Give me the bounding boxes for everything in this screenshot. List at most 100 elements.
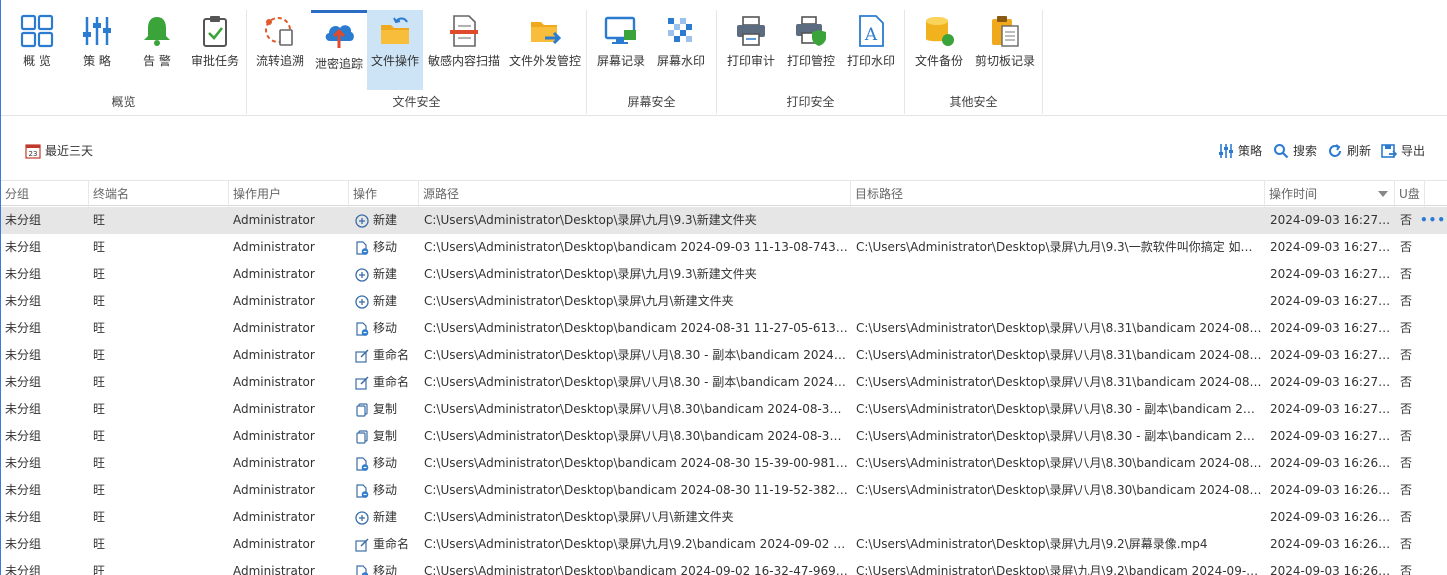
ribbon-group-screen-security: 屏幕记录 屏幕水印 屏幕安全	[587, 10, 717, 114]
table-row[interactable]: 未分组 旺 Administrator 新建 C:\Users\Administrato…	[1, 504, 1447, 531]
cell-usb: 否	[1400, 483, 1413, 497]
column-header-group[interactable]: 分组	[1, 181, 89, 207]
table-row[interactable]: 未分组 旺 Administrator 复制 C:\Users\Administrato…	[1, 396, 1447, 423]
table-row[interactable]: 未分组 旺 Administrator 新建 C:\Users\Administrato…	[1, 261, 1447, 288]
group-label-file-security: 文件安全	[392, 95, 441, 109]
refresh-button[interactable]: 刷新	[1327, 142, 1371, 159]
leak-trace-label: 泄密追踪	[314, 57, 363, 71]
cell-time: 2024-09-03 16:27:05	[1270, 348, 1394, 362]
table-row[interactable]: 未分组 旺 Administrator 移动 C:\Users\Administrato…	[1, 450, 1447, 477]
cell-terminal: 旺	[93, 213, 106, 227]
ribbon-group-print-security: 打印审计 打印管控 A 打印水印 打印安全	[717, 10, 905, 114]
file-backup-label: 文件备份	[914, 54, 963, 68]
table-row[interactable]: 未分组 旺 Administrator 移动 C:\Users\Administrato…	[1, 477, 1447, 504]
print-audit-button[interactable]: 打印审计	[723, 10, 779, 90]
row-more-button[interactable]: •••	[1420, 207, 1446, 234]
cell-user: Administrator	[233, 348, 315, 362]
cell-operation: 移动	[351, 315, 419, 342]
search-button[interactable]: 搜索	[1273, 142, 1317, 159]
cell-user: Administrator	[233, 402, 315, 416]
clipboard-record-icon	[992, 16, 1019, 47]
cell-source-path: C:\Users\Administrator\Desktop\录屏\九月\新建文…	[424, 294, 734, 308]
table-row[interactable]: 未分组 旺 Administrator 新建 C:\Users\Administrato…	[1, 288, 1447, 315]
table-row[interactable]: 未分组 旺 Administrator 重命名 C:\Users\Administrat…	[1, 342, 1447, 369]
cell-target-path: C:\Users\Administrator\Desktop\录屏\九月\9.2…	[856, 537, 1208, 551]
cell-terminal: 旺	[93, 321, 106, 335]
group-label-other-security: 其他安全	[949, 95, 998, 109]
column-header-time[interactable]: 操作时间	[1265, 181, 1395, 207]
printer-icon	[737, 16, 765, 46]
export-button[interactable]: 导出	[1381, 142, 1425, 159]
export-label: 导出	[1401, 144, 1426, 158]
strategy-icon	[83, 17, 111, 45]
screen-record-icon	[604, 16, 636, 44]
overview-button[interactable]: 概 览	[9, 10, 65, 90]
strategy-tool-button[interactable]: 策略	[1218, 142, 1262, 159]
cell-source-path: C:\Users\Administrator\Desktop\录屏\八月\8.3…	[424, 402, 848, 416]
table-row[interactable]: 未分组 旺 Administrator 新建 C:\Users\Administrato…	[1, 207, 1447, 234]
flow-trace-button[interactable]: 流转追溯	[251, 10, 309, 90]
screen-watermark-button[interactable]: 屏幕水印	[653, 10, 709, 90]
cell-user: Administrator	[233, 429, 315, 443]
svg-text:A: A	[864, 25, 878, 45]
plus-circle-icon	[355, 294, 369, 309]
cell-time: 2024-09-03 16:27:34	[1270, 267, 1394, 281]
approval-button[interactable]: 审批任务	[187, 10, 243, 90]
cell-usb: 否	[1400, 213, 1413, 227]
cell-operation: 新建	[351, 288, 419, 315]
cell-user: Administrator	[233, 483, 315, 497]
cell-usb: 否	[1400, 267, 1413, 281]
cell-terminal: 旺	[93, 348, 106, 362]
cell-group: 未分组	[5, 348, 42, 362]
flow-trace-icon	[265, 17, 293, 46]
table-row[interactable]: 未分组 旺 Administrator 移动 C:\Users\Administrato…	[1, 315, 1447, 342]
cell-group: 未分组	[5, 267, 42, 281]
cell-target-path: C:\Users\Administrator\Desktop\录屏\九月\9.2…	[856, 564, 1262, 575]
table-row[interactable]: 未分组 旺 Administrator 重命名 C:\Users\Administrat…	[1, 369, 1447, 396]
plus-circle-icon	[355, 510, 369, 525]
print-control-button[interactable]: 打印管控	[783, 10, 839, 90]
table-row[interactable]: 未分组 旺 Administrator 移动 C:\Users\Administrato…	[1, 558, 1447, 575]
screen-watermark-icon	[668, 18, 692, 42]
column-header-operation[interactable]: 操作	[349, 181, 419, 207]
table-row[interactable]: 未分组 旺 Administrator 移动 C:\Users\Administrato…	[1, 234, 1447, 261]
alarm-label: 告 警	[143, 54, 171, 68]
date-range-filter[interactable]: 23 最近三天	[25, 142, 93, 159]
leak-trace-button[interactable]: 泄密追踪	[311, 10, 367, 90]
column-header-terminal[interactable]: 终端名	[89, 181, 229, 207]
table-row[interactable]: 未分组 旺 Administrator 重命名 C:\Users\Administrat…	[1, 531, 1447, 558]
table-row[interactable]: 未分组 旺 Administrator 复制 C:\Users\Administrato…	[1, 423, 1447, 450]
alarm-button[interactable]: 告 警	[129, 10, 185, 90]
move-file-icon	[355, 483, 369, 498]
column-header-source-path[interactable]: 源路径	[419, 181, 851, 207]
screen-record-button[interactable]: 屏幕记录	[593, 10, 649, 90]
cell-operation: 复制	[351, 423, 419, 450]
cell-group: 未分组	[5, 537, 42, 551]
clipboard-record-button[interactable]: 剪切板记录	[971, 10, 1039, 90]
cell-target-path: C:\Users\Administrator\Desktop\录屏\八月\8.3…	[856, 321, 1262, 335]
plus-circle-icon	[355, 267, 369, 282]
cell-source-path: C:\Users\Administrator\Desktop\录屏\八月\8.3…	[424, 429, 848, 443]
column-header-target-path[interactable]: 目标路径	[851, 181, 1265, 207]
file-backup-button[interactable]: 文件备份	[909, 10, 969, 90]
strategy-button[interactable]: 策 略	[69, 10, 125, 90]
operation-label: 移动	[373, 483, 398, 497]
sensitive-scan-button[interactable]: 敏感内容扫描	[425, 10, 503, 90]
cell-target-path	[852, 288, 1262, 315]
folder-send-icon	[531, 22, 562, 45]
column-header-user[interactable]: 操作用户	[229, 181, 349, 207]
cell-group: 未分组	[5, 510, 42, 524]
ribbon-toolbar: 概 览 策 略 告 警 审批任务 概览 流转追溯 泄密追踪 文件操作 敏感内容扫…	[1, 0, 1447, 116]
file-operation-button[interactable]: 文件操作	[367, 10, 423, 90]
cell-terminal: 旺	[93, 483, 106, 497]
cell-target-path: C:\Users\Administrator\Desktop\录屏\八月\8.3…	[856, 402, 1262, 416]
database-backup-icon	[926, 17, 954, 46]
cell-target-path: C:\Users\Administrator\Desktop\录屏\八月\8.3…	[856, 483, 1262, 497]
ribbon-group-overview: 概 览 策 略 告 警 审批任务 概览	[1, 10, 247, 114]
printer-shield-icon	[796, 16, 826, 46]
file-send-control-button[interactable]: 文件外发管控	[505, 10, 585, 90]
cell-terminal: 旺	[93, 402, 106, 416]
column-header-usb[interactable]: U盘	[1395, 181, 1425, 207]
overview-icon	[20, 14, 54, 48]
print-watermark-button[interactable]: A 打印水印	[843, 10, 899, 90]
